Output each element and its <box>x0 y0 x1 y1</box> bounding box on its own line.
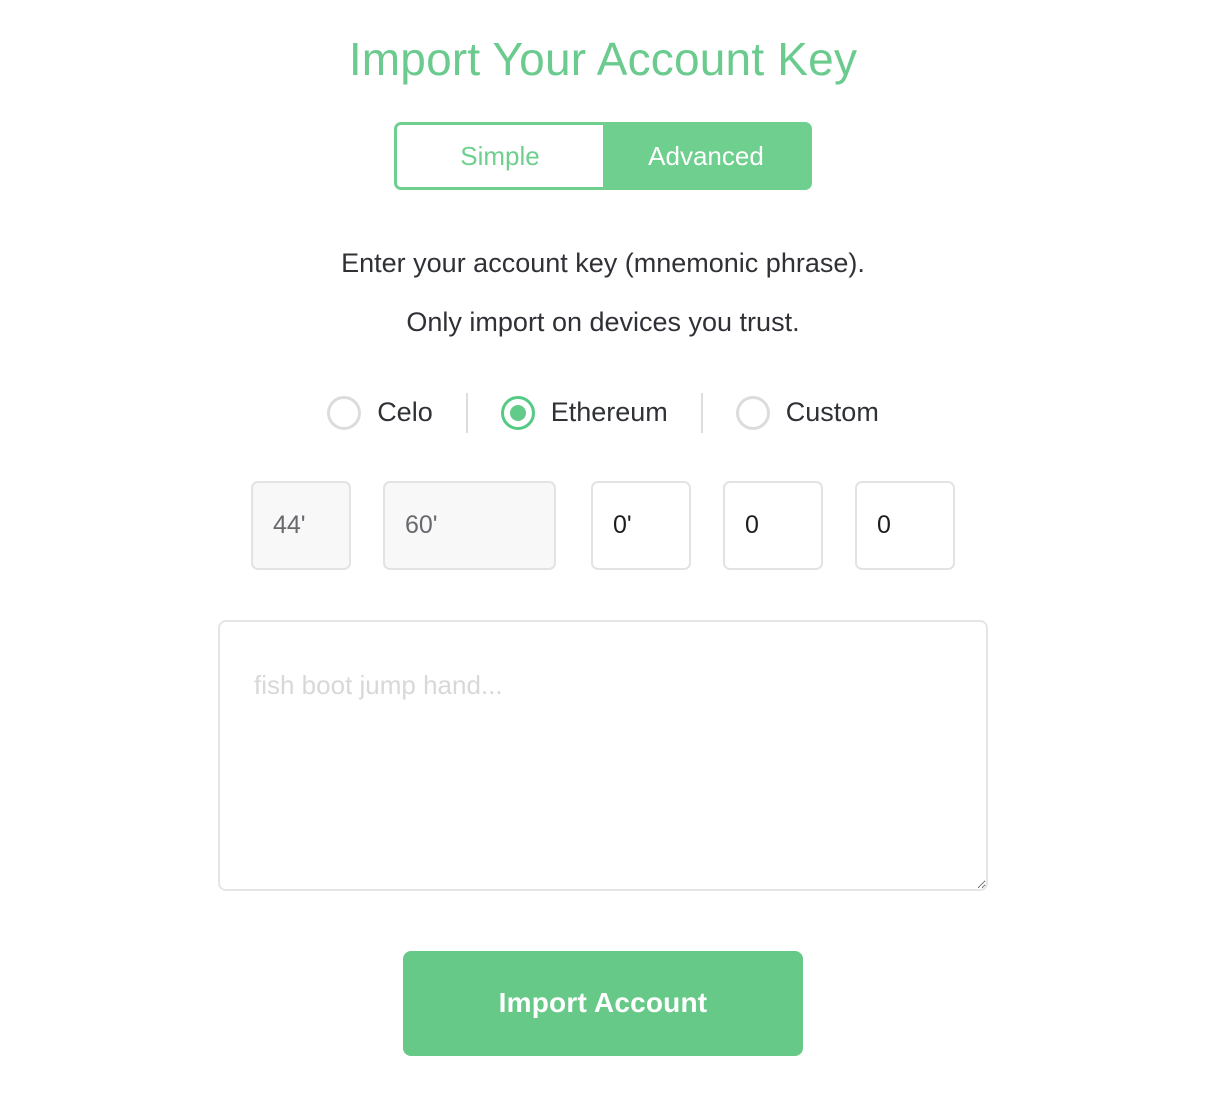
radio-option-custom[interactable]: Custom <box>735 395 879 430</box>
radio-circle-icon <box>500 395 535 430</box>
description-line-1: Enter your account key (mnemonic phrase)… <box>341 247 865 278</box>
mode-toggle-group: Simple Advanced <box>394 121 812 190</box>
radio-circle-icon <box>735 395 770 430</box>
radio-divider <box>700 392 703 433</box>
radio-label-celo: Celo <box>377 397 433 428</box>
mode-toggle-simple[interactable]: Simple <box>397 124 603 187</box>
import-account-button[interactable]: Import Account <box>403 950 803 1056</box>
derivation-segment-purpose <box>251 480 351 570</box>
radio-label-custom: Custom <box>785 397 879 428</box>
radio-dot-icon <box>336 405 352 421</box>
page-title: Import Your Account Key <box>348 33 858 85</box>
radio-dot-icon <box>509 404 526 421</box>
radio-option-ethereum[interactable]: Ethereum <box>500 395 668 430</box>
derivation-path-row <box>251 480 955 570</box>
derivation-segment-change[interactable] <box>723 480 823 570</box>
radio-divider <box>465 392 468 433</box>
radio-option-celo[interactable]: Celo <box>327 395 433 430</box>
derivation-segment-coin-type <box>383 480 556 570</box>
mnemonic-phrase-input[interactable] <box>218 619 988 891</box>
radio-circle-icon <box>327 395 362 430</box>
derivation-segment-account[interactable] <box>591 480 691 570</box>
derivation-segment-index[interactable] <box>855 480 955 570</box>
description-line-2: Only import on devices you trust. <box>406 306 800 337</box>
mode-toggle-advanced[interactable]: Advanced <box>603 124 809 187</box>
radio-dot-icon <box>745 405 761 421</box>
import-account-key-page: Import Your Account Key Simple Advanced … <box>0 0 1206 1096</box>
radio-label-ethereum: Ethereum <box>550 397 668 428</box>
chain-radio-group: Celo Ethereum Custom <box>327 392 879 433</box>
